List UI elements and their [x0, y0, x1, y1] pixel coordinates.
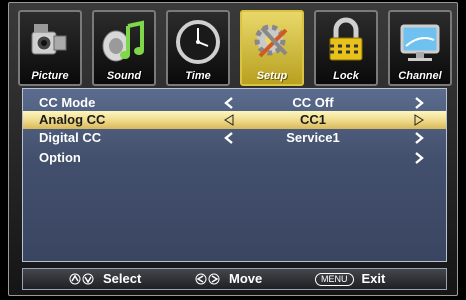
menu-key-icon: MENU	[315, 272, 354, 286]
tab-label: Lock	[333, 70, 359, 82]
speaker-music-icon	[102, 20, 144, 62]
hint-move: Move	[195, 269, 262, 289]
menu-item-label: Analog CC	[39, 112, 106, 127]
gear-tools-icon	[254, 24, 288, 58]
arrow-left-icon[interactable]	[223, 114, 235, 126]
menu-tab-bar: Picture Sound Time Setup Lock Channel	[18, 10, 452, 86]
menu-item-label: CC Mode	[39, 95, 96, 110]
arrow-left-icon[interactable]	[223, 132, 235, 144]
menu-item-value: Service1	[286, 130, 340, 145]
menu-row-analog-cc[interactable]: Analog CC CC1	[23, 111, 446, 129]
tab-label: Picture	[31, 70, 69, 82]
hint-exit: MENU Exit	[315, 269, 385, 289]
arrow-right-icon[interactable]	[413, 97, 425, 109]
hint-label: Exit	[361, 271, 386, 286]
camcorder-icon	[31, 24, 67, 55]
tab-time[interactable]: Time	[166, 10, 230, 86]
tab-setup[interactable]: Setup	[240, 10, 304, 86]
menu-item-value: CC Off	[292, 95, 334, 110]
menu-item-label: Option	[39, 150, 81, 165]
arrow-right-icon[interactable]	[413, 114, 425, 126]
left-right-buttons-icon	[195, 273, 220, 285]
tab-channel[interactable]: Channel	[388, 10, 452, 86]
hint-label: Select	[103, 271, 142, 286]
up-down-buttons-icon	[69, 273, 94, 285]
tab-picture[interactable]: Picture	[18, 10, 82, 86]
tab-label: Channel	[398, 70, 442, 82]
menu-row-cc-mode[interactable]: CC Mode CC Off	[23, 94, 446, 112]
tab-label: Sound	[106, 70, 142, 82]
key-hint-bar: Select Move MENU Exit	[22, 268, 447, 290]
menu-item-label: Digital CC	[39, 130, 102, 145]
monitor-icon	[400, 24, 440, 61]
hint-label: Move	[229, 271, 263, 286]
arrow-left-icon[interactable]	[223, 97, 235, 109]
arrow-right-icon[interactable]	[413, 152, 425, 164]
menu-item-value: CC1	[299, 112, 326, 127]
arrow-right-icon[interactable]	[413, 132, 425, 144]
tab-lock[interactable]: Lock	[314, 10, 378, 86]
menu-row-option[interactable]: Option	[23, 149, 446, 167]
tab-label: Setup	[256, 70, 288, 82]
tab-label: Time	[185, 70, 211, 82]
padlock-icon	[329, 17, 363, 61]
menu-row-digital-cc[interactable]: Digital CC Service1	[23, 129, 446, 147]
hint-select: Select	[69, 269, 141, 289]
tab-sound[interactable]: Sound	[92, 10, 156, 86]
cc-settings-panel: CC Mode CC Off Analog CC CC1 Digital CC …	[22, 88, 447, 262]
clock-icon	[176, 20, 220, 64]
